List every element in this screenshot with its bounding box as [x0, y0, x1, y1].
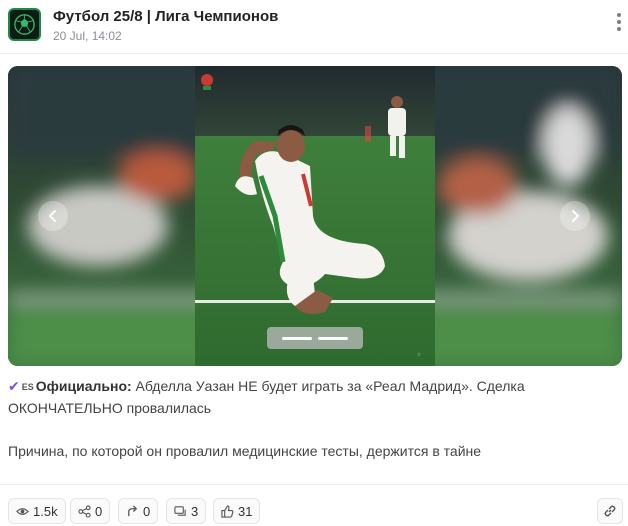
gallery-slide-indicator[interactable]	[267, 327, 363, 349]
flag-label: ES	[21, 382, 34, 392]
soccer-ball-logo-icon	[10, 10, 39, 39]
shares-button[interactable]: 0	[118, 498, 159, 524]
thumbs-up-icon	[221, 504, 234, 518]
post-body: ✔ ES Официально: Абделла Уазан НЕ будет иг…	[8, 376, 620, 462]
comments-count: 3	[191, 503, 199, 519]
post-footer: 1.5k 0 0 3 31	[0, 484, 628, 526]
post-timestamp: 20 Jul, 14:02	[53, 29, 122, 43]
slide-dot[interactable]	[282, 336, 312, 340]
post-paragraph: ✔ ES Официально: Абделла Уазан НЕ будет иг…	[8, 376, 620, 419]
comment-icon	[174, 505, 186, 516]
shares-count: 0	[143, 503, 151, 519]
post-lead-bold: Официально:	[35, 378, 132, 394]
verified-check-icon: ✔	[8, 378, 20, 394]
like-button[interactable]: 31	[213, 498, 261, 524]
share-nodes-icon	[78, 504, 91, 518]
slide-dot[interactable]	[318, 336, 348, 340]
vertical-dots-icon	[617, 13, 621, 17]
views-counter[interactable]: 1.5k	[8, 498, 66, 524]
chevron-left-icon	[49, 210, 56, 222]
gallery-prev-button[interactable]	[38, 201, 68, 231]
likes-count: 31	[238, 503, 253, 519]
more-options-button[interactable]	[612, 13, 626, 35]
views-count: 1.5k	[33, 503, 58, 519]
media-gallery[interactable]: ☆	[8, 66, 622, 366]
gallery-next-button[interactable]	[560, 201, 590, 231]
post-paragraph: Причина, по которой он провалил медицинс…	[8, 443, 482, 459]
channel-title[interactable]: Футбол 25/8 | Лига Чемпионов	[53, 8, 278, 25]
eye-icon	[16, 507, 29, 515]
main-photo-image[interactable]: ☆	[195, 66, 435, 366]
link-icon	[604, 505, 616, 517]
channel-avatar[interactable]	[8, 8, 41, 41]
copy-link-button[interactable]	[597, 498, 623, 524]
svg-text:☆: ☆	[417, 352, 422, 358]
post-header: Футбол 25/8 | Лига Чемпионов 20 Jul, 14:…	[0, 0, 628, 54]
comments-button[interactable]: 3	[166, 498, 207, 524]
forwards-button[interactable]: 0	[70, 498, 111, 524]
chevron-right-icon	[572, 210, 579, 222]
forwards-count: 0	[95, 503, 103, 519]
reply-arrow-icon	[128, 504, 138, 516]
